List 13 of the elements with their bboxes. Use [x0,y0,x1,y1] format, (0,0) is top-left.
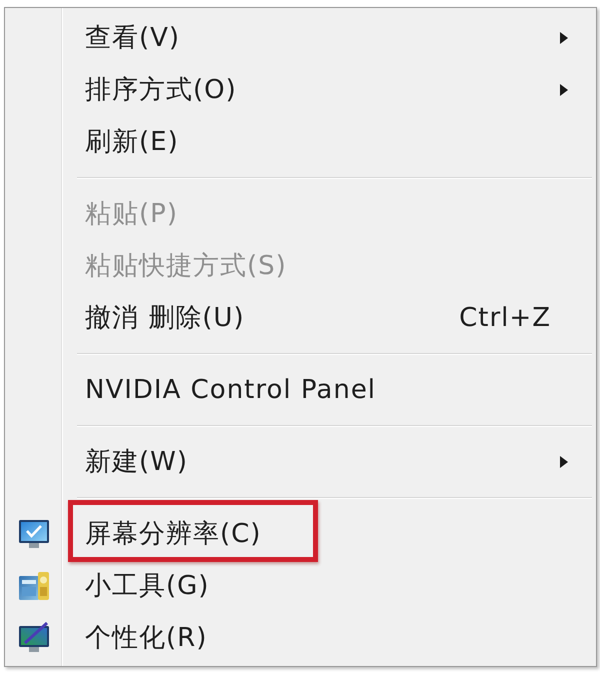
menu-item[interactable]: 刷新(E) [5,116,596,168]
menu-item[interactable]: 查看(V) [5,12,596,64]
shortcut-label: Ctrl+Z [459,303,551,333]
menu-item[interactable]: 小工具(G) [5,560,596,612]
menu-item[interactable]: 个性化(R) [5,612,596,664]
panel-icon [18,569,50,603]
menu-item[interactable]: 撤消 删除(U) Ctrl+Z [5,292,596,344]
menu-item[interactable]: 新建(W) [5,436,596,488]
monitor-pen-icon [18,621,50,655]
menu-item[interactable]: 屏幕分辨率(C) [5,508,596,560]
monitor-check-icon [18,517,50,551]
menu-item[interactable]: 排序方式(O) [5,64,596,116]
menu-item[interactable]: NVIDIA Control Panel [5,364,596,416]
